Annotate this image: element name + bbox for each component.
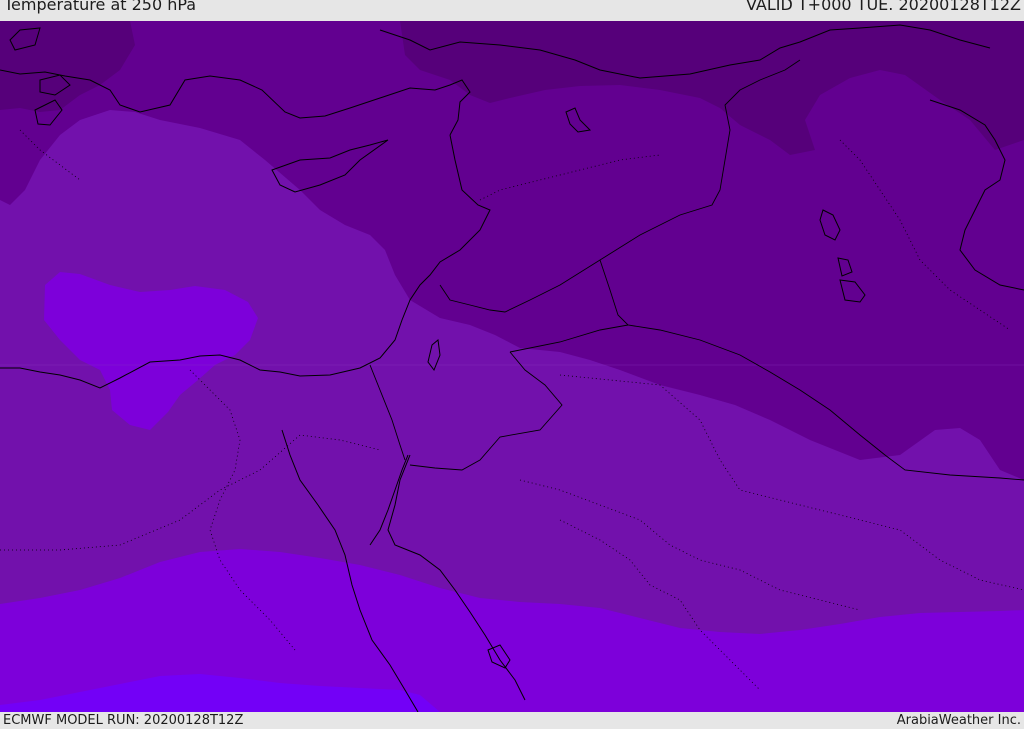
- valid-time-label: VALID T+000 TUE. 20200128T12Z: [745, 0, 1021, 14]
- credit-label: ArabiaWeather Inc.: [896, 713, 1021, 728]
- map-header: Temperature at 250 hPa VALID T+000 TUE. …: [0, 0, 1024, 21]
- model-run-label: ECMWF MODEL RUN: 20200128T12Z: [3, 713, 244, 728]
- temperature-map: [0, 21, 1024, 712]
- map-footer: ECMWF MODEL RUN: 20200128T12Z ArabiaWeat…: [0, 712, 1024, 729]
- map-title: Temperature at 250 hPa: [4, 0, 197, 14]
